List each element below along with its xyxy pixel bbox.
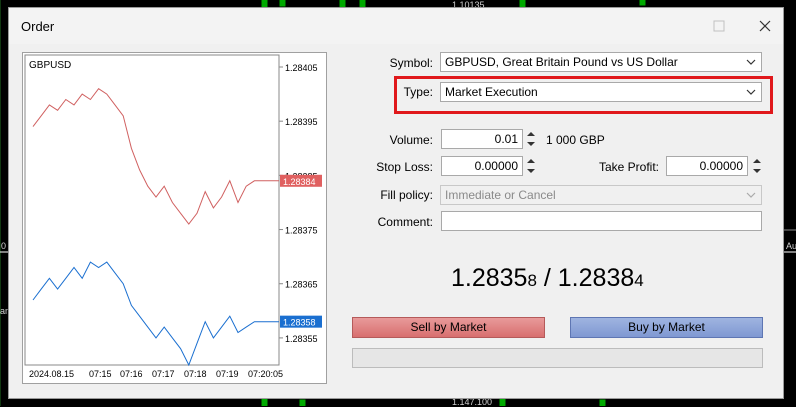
type-select[interactable]: Market Execution xyxy=(440,82,762,102)
background-right-edge: Aug xyxy=(786,241,796,251)
ask-price-main: 1.2838 xyxy=(557,264,635,292)
ask-price-label: 1.28358 xyxy=(283,318,316,328)
x-tick-label: 07:19 xyxy=(216,369,239,379)
bid-price-small: 8 xyxy=(527,271,537,290)
comment-label: Comment: xyxy=(377,215,433,229)
stop-loss-up-icon[interactable] xyxy=(526,156,536,166)
bid-price-main: 1.2835 xyxy=(451,264,528,292)
x-tick-label: 07:17 xyxy=(152,369,175,379)
chevron-down-icon xyxy=(746,192,756,198)
type-label: Type: xyxy=(403,85,433,99)
minimize-icon[interactable] xyxy=(709,16,729,36)
x-tick-label: 07:16 xyxy=(120,369,143,379)
background-left-edge: 0 xyxy=(1,241,7,251)
take-profit-down-icon[interactable] xyxy=(752,166,762,176)
plot-frame xyxy=(24,54,280,366)
volume-up-icon[interactable] xyxy=(526,129,536,139)
y-tick-label: 1.28365 xyxy=(285,280,318,290)
chevron-down-icon xyxy=(746,59,756,65)
dialog-title: Order xyxy=(21,19,55,34)
quote-display: 1.28358 / 1.28384 xyxy=(451,264,644,293)
status-bar xyxy=(352,348,763,368)
fill-policy-label: Fill policy: xyxy=(380,188,433,202)
title-bar[interactable]: Order xyxy=(9,8,783,44)
symbol-value: GBPUSD, Great Britain Pound vs US Dollar xyxy=(445,55,678,69)
y-tick-label: 1.28405 xyxy=(285,63,318,73)
take-profit-input[interactable]: 0.00000 xyxy=(666,156,748,176)
chart-symbol: GBPUSD xyxy=(29,60,71,71)
bid-price-label: 1.28384 xyxy=(283,177,316,187)
take-profit-up-icon[interactable] xyxy=(752,156,762,166)
y-tick-label: 1.28355 xyxy=(285,334,318,344)
volume-stepper[interactable] xyxy=(526,129,536,149)
y-tick-label: 1.28375 xyxy=(285,226,318,236)
take-profit-stepper[interactable] xyxy=(752,156,762,176)
buy-by-market-button[interactable]: Buy by Market xyxy=(570,317,763,338)
stop-loss-stepper[interactable] xyxy=(526,156,536,176)
tick-chart-svg: 1.284051.283951.283851.283751.283651.283… xyxy=(24,54,322,379)
type-value: Market Execution xyxy=(445,85,538,99)
volume-down-icon[interactable] xyxy=(526,139,536,149)
y-tick-label: 1.28395 xyxy=(285,117,318,127)
tick-chart: 1.284051.283951.283851.283751.283651.283… xyxy=(22,52,327,384)
volume-label: Volume: xyxy=(389,133,433,147)
fill-policy-select[interactable]: Immediate or Cancel xyxy=(440,185,762,205)
x-tick-label: 2024.08.15 xyxy=(29,369,74,379)
quote-separator: / xyxy=(536,264,558,292)
symbol-select[interactable]: GBPUSD, Great Britain Pound vs US Dollar xyxy=(440,52,762,72)
stop-loss-label: Stop Loss: xyxy=(376,160,433,174)
x-tick-label: 07:18 xyxy=(184,369,207,379)
take-profit-value: 0.00000 xyxy=(699,159,743,173)
volume-value: 0.01 xyxy=(494,132,518,146)
stop-loss-input[interactable]: 0.00000 xyxy=(441,156,523,176)
x-tick-label: 07:20:05 xyxy=(248,369,283,379)
stop-loss-value: 0.00000 xyxy=(474,159,518,173)
x-tick-label: 07:15 xyxy=(89,369,112,379)
order-dialog: Order 1.284051.283951.283851.283751.2836… xyxy=(8,7,784,399)
stop-loss-down-icon[interactable] xyxy=(526,166,536,176)
ask-price-small: 4 xyxy=(634,271,644,290)
symbol-label: Symbol: xyxy=(389,56,433,70)
volume-input[interactable]: 0.01 xyxy=(441,129,523,149)
volume-unit: 1 000 GBP xyxy=(546,133,605,147)
chevron-down-icon xyxy=(746,89,756,95)
sell-by-market-button[interactable]: Sell by Market xyxy=(352,317,545,338)
take-profit-label: Take Profit: xyxy=(598,160,659,174)
comment-input[interactable] xyxy=(441,211,762,231)
close-icon[interactable] xyxy=(755,16,775,36)
fill-policy-value: Immediate or Cancel xyxy=(445,188,556,202)
